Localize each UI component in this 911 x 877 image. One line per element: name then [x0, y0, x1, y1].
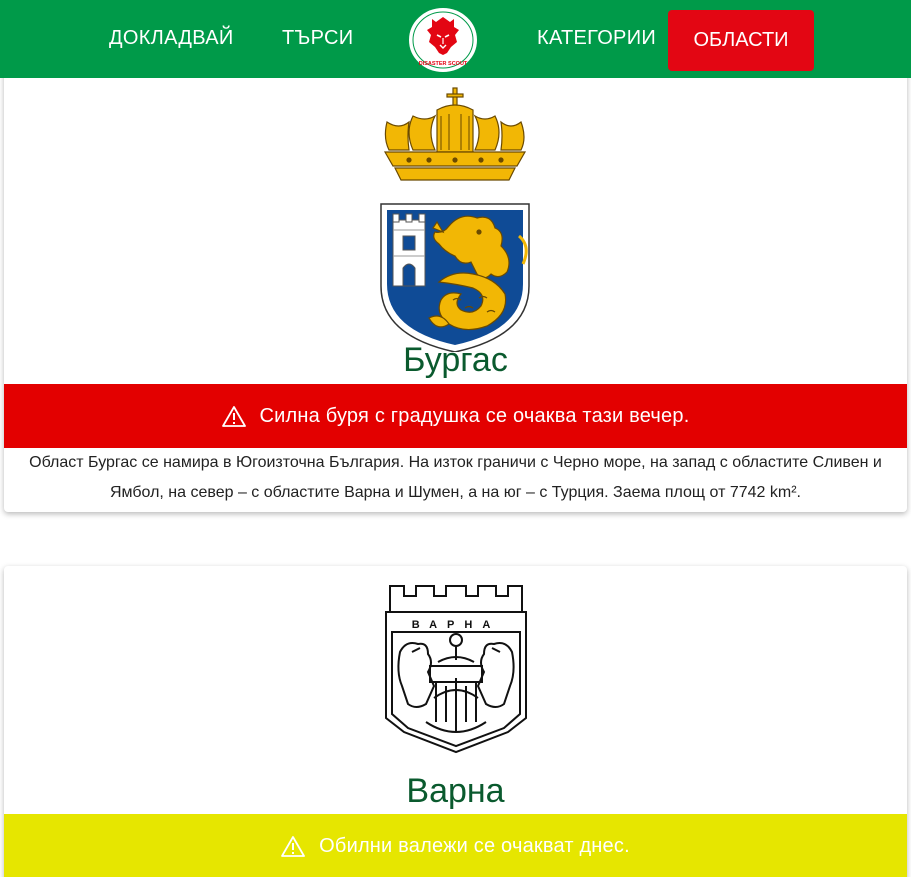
burgas-coat-of-arms-icon [380, 87, 530, 352]
top-navbar: ДОКЛАДВАЙ ТЪРСИ DISASTER SCOUT КАТЕГОРИИ… [0, 0, 911, 78]
region-card-varna: ВАРНА Варна Обилни валежи се очакват дне… [4, 566, 907, 877]
region-title-varna: Варна [406, 772, 505, 810]
warning-triangle-icon [281, 836, 306, 857]
nav-report-link[interactable]: ДОКЛАДВАЙ [109, 27, 234, 50]
disaster-scout-logo[interactable]: DISASTER SCOUT [406, 5, 480, 75]
varna-crest-text: ВАРНА [412, 619, 501, 631]
varna-coat-of-arms-icon: ВАРНА [385, 585, 527, 754]
alert-banner-varna: Обилни валежи се очакват днес. [4, 814, 907, 877]
alert-text-varna: Обилни валежи се очакват днес. [319, 834, 630, 857]
nav-search-link[interactable]: ТЪРСИ [282, 27, 353, 50]
nav-regions-button[interactable]: ОБЛАСТИ [668, 10, 814, 71]
alert-banner-burgas: Силна буря с градушка се очаква тази веч… [4, 384, 907, 448]
region-description-burgas: Област Бургас се намира в Югоизточна Бъл… [29, 454, 882, 501]
nav-categories-link[interactable]: КАТЕГОРИИ [537, 27, 656, 50]
alert-text-burgas: Силна буря с градушка се очаква тази веч… [259, 404, 690, 427]
region-card-burgas: Бургас Силна буря с градушка се очаква т… [4, 62, 907, 512]
region-title-burgas: Бургас [403, 341, 508, 379]
warning-triangle-icon [221, 406, 246, 427]
logo-text: DISASTER SCOUT [419, 61, 468, 67]
